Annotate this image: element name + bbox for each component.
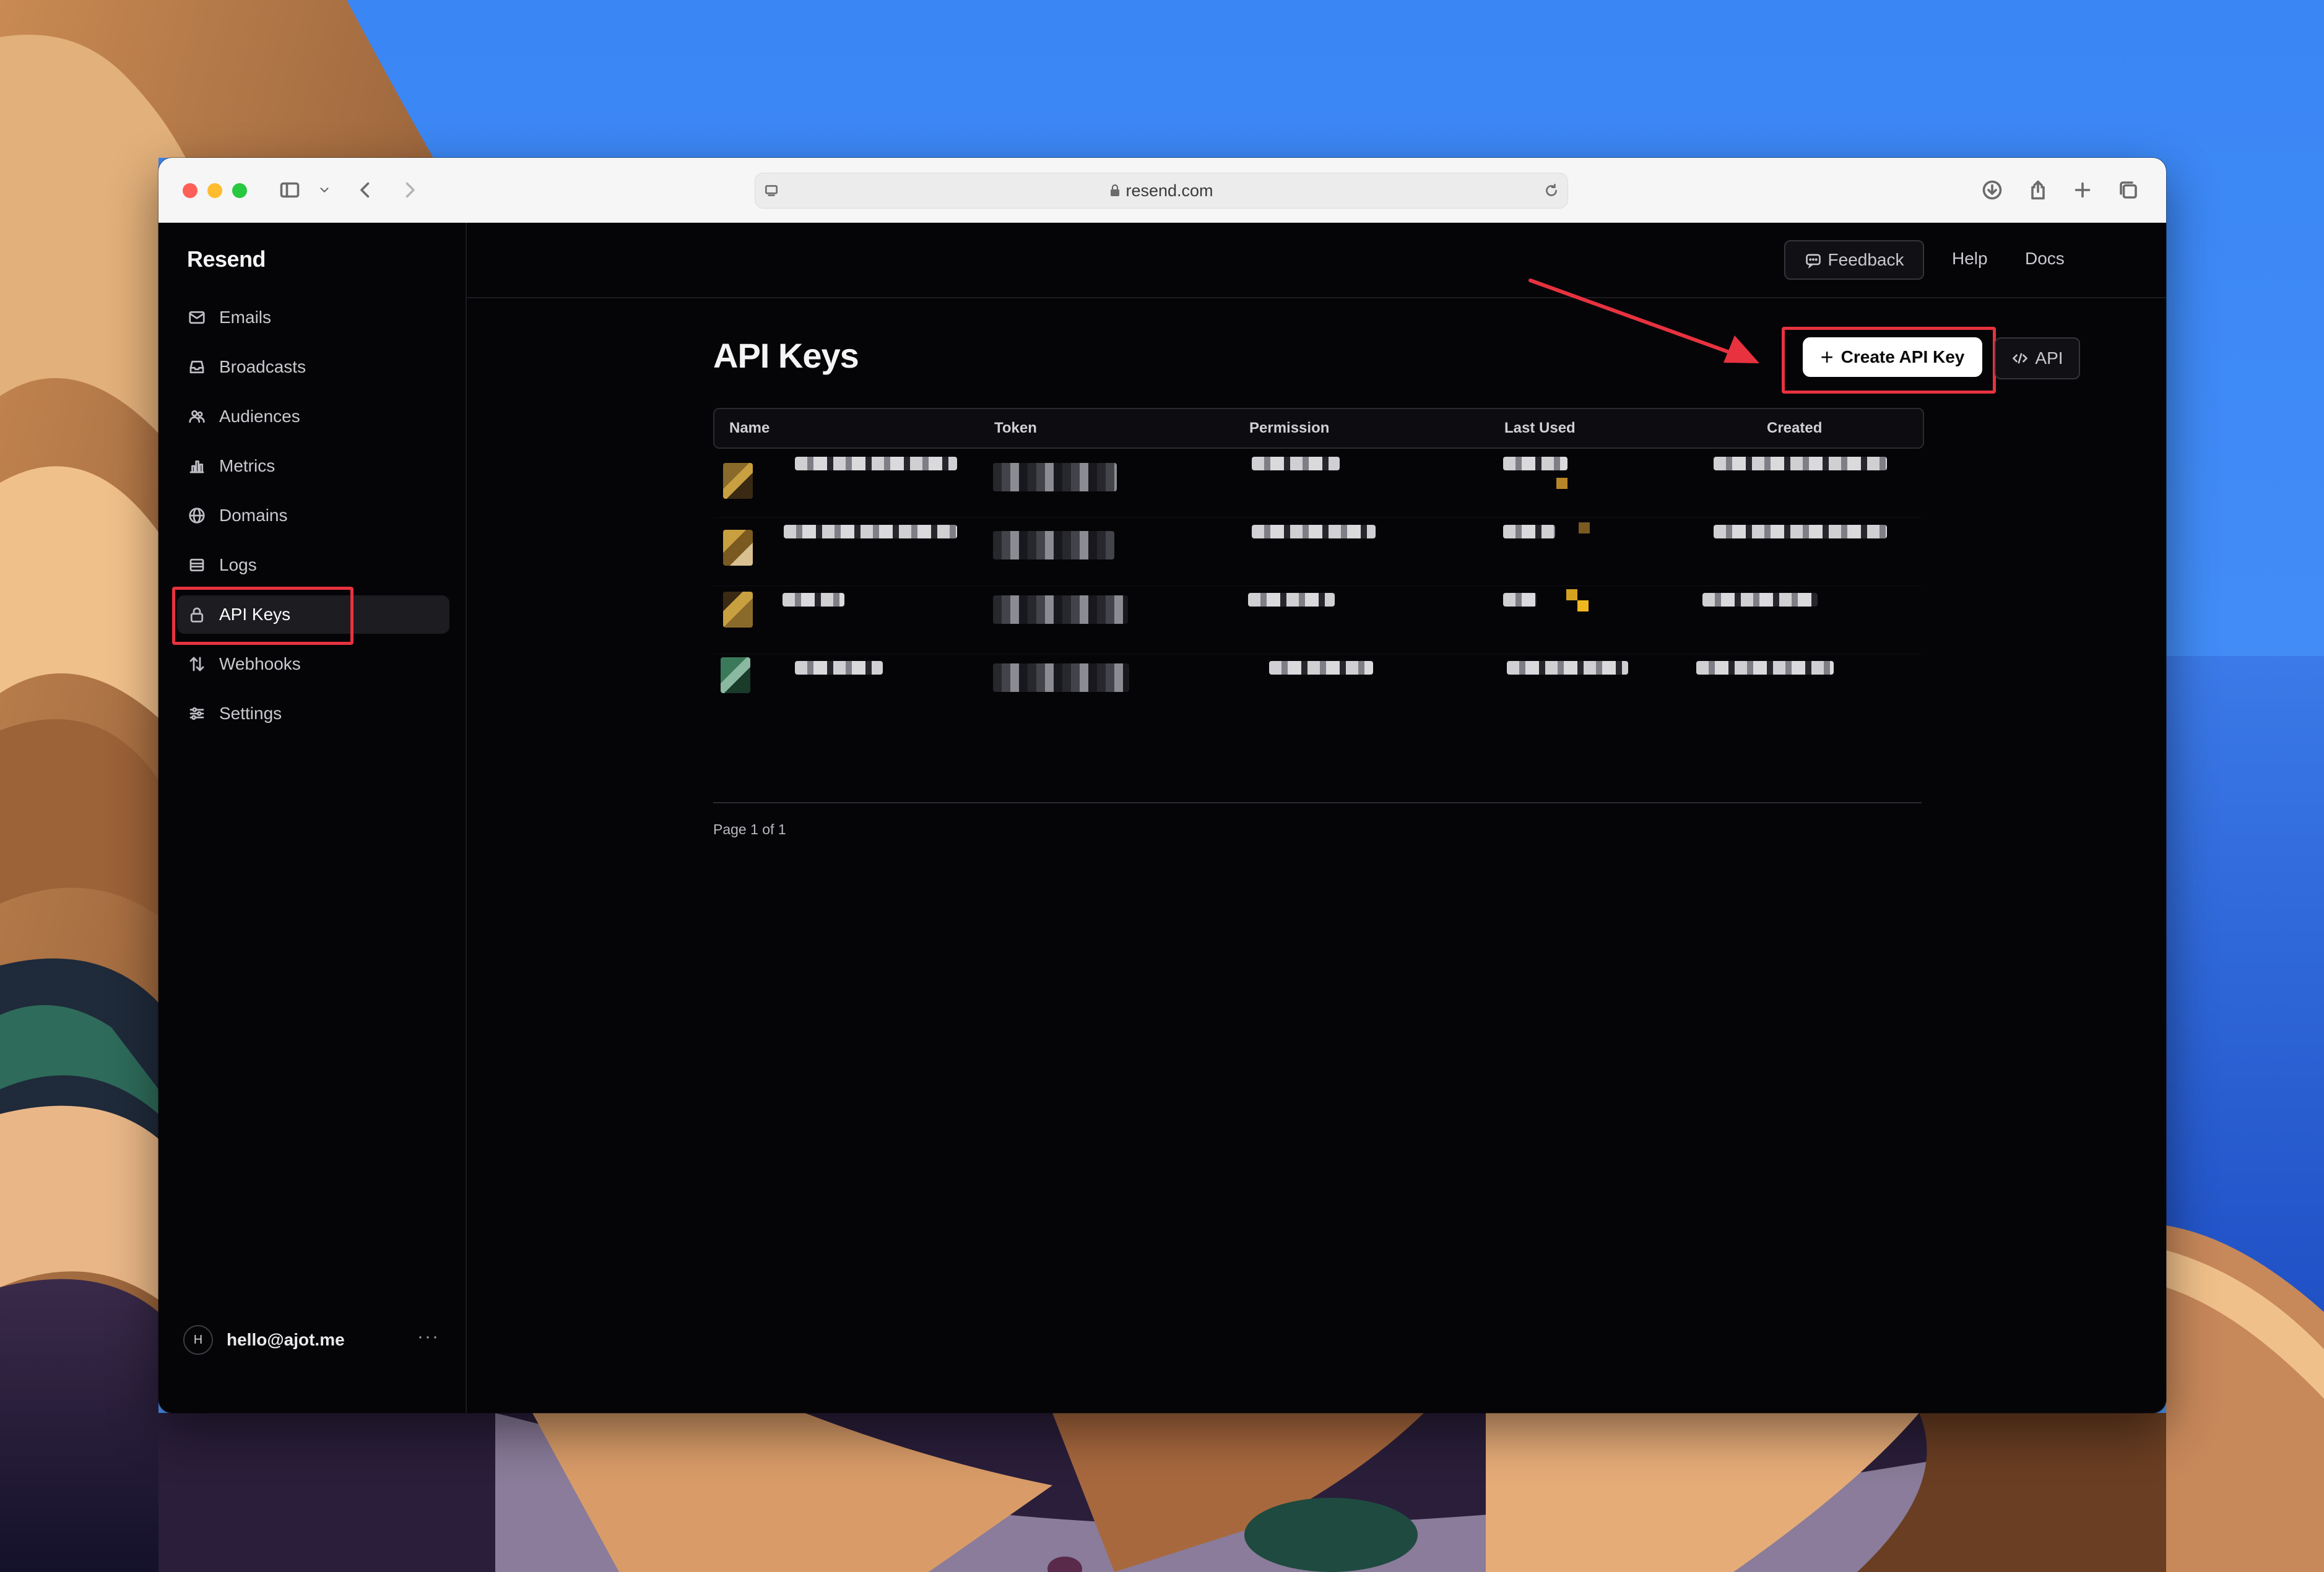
avatar <box>723 530 753 566</box>
avatar <box>723 592 753 628</box>
redacted-created <box>1702 593 1818 607</box>
reload-icon[interactable] <box>1539 178 1564 203</box>
redacted-key-name <box>795 661 883 675</box>
column-header-permission[interactable]: Permission <box>1249 409 1329 447</box>
annotation-arrow <box>1528 279 1759 363</box>
redacted-permission <box>1269 661 1373 675</box>
column-header-created[interactable]: Created <box>1767 409 1822 447</box>
download-icon[interactable] <box>1980 178 2005 202</box>
redacted-created <box>1696 661 1834 675</box>
column-header-name[interactable]: Name <box>729 409 770 447</box>
redacted-last-used <box>1503 593 1537 607</box>
redacted-last-used <box>1503 457 1567 470</box>
forward-icon[interactable] <box>397 178 422 202</box>
back-icon[interactable] <box>353 178 378 202</box>
browser-toolbar: resend.com <box>158 158 2166 223</box>
column-header-last-used[interactable]: Last Used <box>1504 409 1576 447</box>
redacted-permission <box>1252 525 1376 538</box>
new-tab-icon[interactable] <box>2070 178 2095 202</box>
redacted-permission <box>1248 593 1335 607</box>
redacted-last-used <box>1503 525 1555 538</box>
redacted-key-name <box>783 593 844 607</box>
redacted-last-used <box>1566 589 1577 600</box>
column-header-token[interactable]: Token <box>994 409 1037 447</box>
redacted-token <box>993 595 1128 624</box>
table-header: Name Token Permission Last Used Created <box>713 408 1924 449</box>
pagination-text: Page 1 of 1 <box>713 821 786 837</box>
redacted-token <box>993 531 1114 559</box>
chevron-down-icon[interactable] <box>312 178 337 202</box>
redacted-key-name <box>795 457 957 470</box>
redacted-last-used <box>1579 522 1590 533</box>
url-text: resend.com <box>1125 181 1213 200</box>
table-row[interactable] <box>713 517 1922 586</box>
redacted-token <box>993 463 1117 491</box>
close-window-button[interactable] <box>183 183 197 198</box>
tabs-icon[interactable] <box>2116 178 2141 202</box>
sidebar-icon[interactable] <box>277 178 302 202</box>
app-root: Resend Emails Broadcasts Audiences Metri… <box>158 223 2166 1413</box>
table-row[interactable] <box>713 585 1922 654</box>
share-icon[interactable] <box>2026 178 2050 202</box>
minimize-window-button[interactable] <box>207 183 222 198</box>
redacted-last-used <box>1507 661 1628 675</box>
table-row[interactable] <box>713 654 1922 722</box>
zoom-window-button[interactable] <box>232 183 247 198</box>
table-row[interactable] <box>713 449 1922 518</box>
browser-window: resend.com Resend Emails Broadcasts Audi… <box>158 158 2166 1413</box>
redacted-last-used <box>1556 478 1567 489</box>
avatar <box>723 463 753 499</box>
address-bar[interactable]: resend.com <box>755 173 1568 209</box>
redacted-key-name <box>784 525 957 538</box>
lock-icon <box>1109 175 1121 209</box>
redacted-created <box>1714 525 1887 538</box>
avatar <box>721 657 750 693</box>
table-divider <box>713 802 1922 803</box>
redacted-created <box>1714 457 1887 470</box>
redacted-last-used <box>1577 600 1589 611</box>
redacted-permission <box>1252 457 1340 470</box>
redacted-token <box>993 663 1129 692</box>
